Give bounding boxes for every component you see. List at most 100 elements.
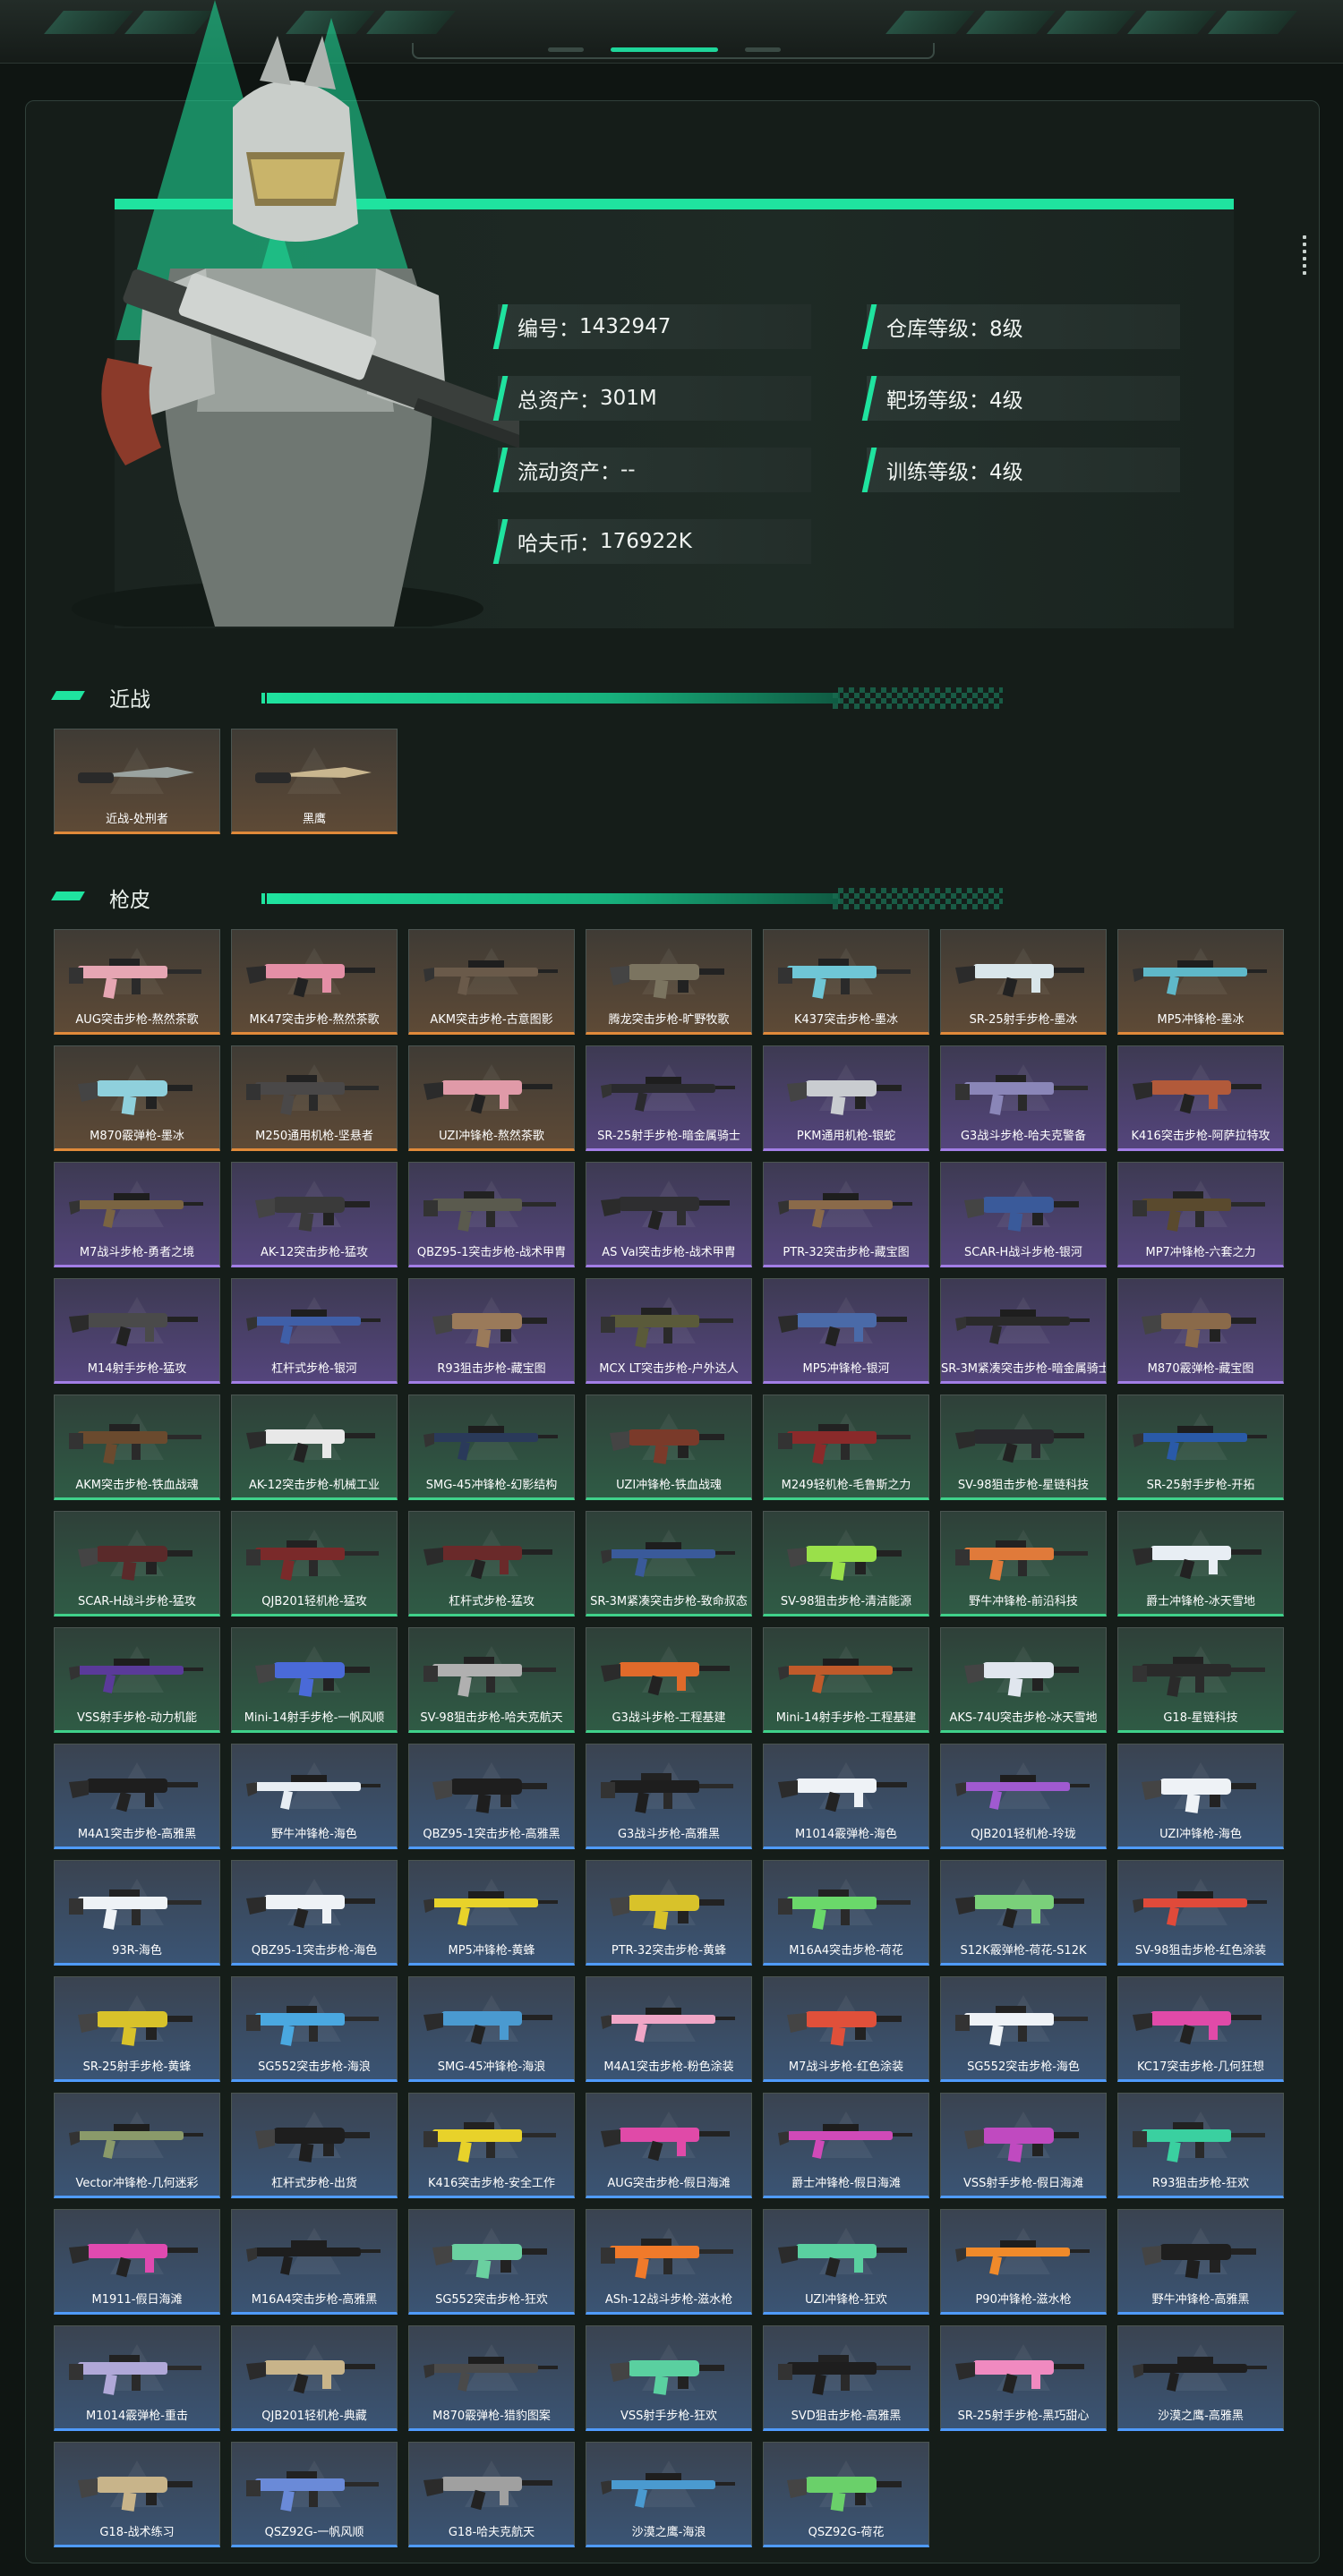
skin-item-card[interactable]: MP5冲锋枪-黄蜂 [408, 1860, 575, 1966]
skin-item-card[interactable]: PKM通用机枪-银蛇 [763, 1045, 929, 1151]
skin-item-card[interactable]: 爵士冲锋枪-假日海滩 [763, 2093, 929, 2198]
skin-item-card[interactable]: M870霰弹枪-墨冰 [54, 1045, 220, 1151]
skin-item-card[interactable]: M14射手步枪-猛攻 [54, 1278, 220, 1384]
skin-item-card[interactable]: QJB201轻机枪-典藏 [231, 2325, 398, 2431]
skin-item-card[interactable]: AKM突击步枪-铁血战魂 [54, 1395, 220, 1500]
skin-item-card[interactable]: QJB201轻机枪-猛攻 [231, 1511, 398, 1616]
skin-item-card[interactable]: SMG-45冲锋枪-海浪 [408, 1976, 575, 2082]
skin-item-card[interactable]: VSS射手步枪-狂欢 [586, 2325, 752, 2431]
skin-item-card[interactable]: K416突击步枪-阿萨拉特攻 [1117, 1045, 1284, 1151]
skin-item-card[interactable]: M16A4突击步枪-高雅黑 [231, 2209, 398, 2315]
skin-item-card[interactable]: 野牛冲锋枪-海色 [231, 1744, 398, 1849]
skin-item-card[interactable]: P90冲锋枪-滋水枪 [940, 2209, 1107, 2315]
melee-item-card[interactable]: 黑鹰 [231, 729, 398, 834]
skin-item-card[interactable]: S12K霰弹枪-荷花-S12K [940, 1860, 1107, 1966]
skin-item-card[interactable]: R93狙击步枪-狂欢 [1117, 2093, 1284, 2198]
skin-item-card[interactable]: SR-3M紧凑突击步枪-致命叔态 [586, 1511, 752, 1616]
skin-item-card[interactable]: UZI冲锋枪-铁血战魂 [586, 1395, 752, 1500]
skin-item-card[interactable]: QSZ92G-荷花 [763, 2442, 929, 2547]
skin-item-card[interactable]: QJB201轻机枪-玲珑 [940, 1744, 1107, 1849]
skin-item-card[interactable]: M16A4突击步枪-荷花 [763, 1860, 929, 1966]
skin-item-card[interactable]: R93狙击步枪-藏宝图 [408, 1278, 575, 1384]
skin-item-card[interactable]: Mini-14射手步枪-一帆风顺 [231, 1627, 398, 1733]
skin-item-card[interactable]: G18-星链科技 [1117, 1627, 1284, 1733]
skin-item-card[interactable]: PTR-32突击步枪-黄蜂 [586, 1860, 752, 1966]
skin-item-card[interactable]: AKM突击步枪-古意图影 [408, 929, 575, 1035]
skin-item-card[interactable]: AK-12突击步枪-机械工业 [231, 1395, 398, 1500]
skin-item-card[interactable]: M870霰弹枪-猎豹图案 [408, 2325, 575, 2431]
skin-item-card[interactable]: SV-98狙击步枪-星链科技 [940, 1395, 1107, 1500]
skin-item-card[interactable]: QBZ95-1突击步枪-海色 [231, 1860, 398, 1966]
skin-item-card[interactable]: SV-98狙击步枪-红色涂装 [1117, 1860, 1284, 1966]
skin-item-card[interactable]: PTR-32突击步枪-藏宝图 [763, 1162, 929, 1267]
skin-item-card[interactable]: M250通用机枪-坚悬者 [231, 1045, 398, 1151]
skin-item-card[interactable]: SG552突击步枪-狂欢 [408, 2209, 575, 2315]
skin-item-card[interactable]: MCX LT突击步枪-户外达人 [586, 1278, 752, 1384]
skin-item-card[interactable]: K437突击步枪-墨冰 [763, 929, 929, 1035]
skin-item-card[interactable]: AS Val突击步枪-战术甲胄 [586, 1162, 752, 1267]
skin-item-card[interactable]: SV-98狙击步枪-清洁能源 [763, 1511, 929, 1616]
skin-item-card[interactable]: VSS射手步枪-假日海滩 [940, 2093, 1107, 2198]
skin-item-card[interactable]: SR-25射手步枪-墨冰 [940, 929, 1107, 1035]
skin-item-card[interactable]: SG552突击步枪-海色 [940, 1976, 1107, 2082]
skin-item-card[interactable]: SCAR-H战斗步枪-猛攻 [54, 1511, 220, 1616]
skin-item-card[interactable]: MP5冲锋枪-墨冰 [1117, 929, 1284, 1035]
skin-item-card[interactable]: KC17突击步枪-几何狂想 [1117, 1976, 1284, 2082]
skin-item-card[interactable]: G18-哈夫克航天 [408, 2442, 575, 2547]
skin-item-card[interactable]: M7战斗步枪-勇者之境 [54, 1162, 220, 1267]
skin-item-card[interactable]: G3战斗步枪-哈夫克警备 [940, 1045, 1107, 1151]
skin-item-card[interactable]: 爵士冲锋枪-冰天雪地 [1117, 1511, 1284, 1616]
skin-item-card[interactable]: 杠杆式步枪-出货 [231, 2093, 398, 2198]
skin-item-card[interactable]: 沙漠之鹰-高雅黑 [1117, 2325, 1284, 2431]
skin-item-card[interactable]: SR-25射手步枪-开拓 [1117, 1395, 1284, 1500]
skin-item-card[interactable]: UZI冲锋枪-狂欢 [763, 2209, 929, 2315]
skin-item-card[interactable]: 野牛冲锋枪-前沿科技 [940, 1511, 1107, 1616]
skin-item-card[interactable]: M4A1突击步枪-粉色涂装 [586, 1976, 752, 2082]
skin-item-card[interactable]: M1014霰弹枪-海色 [763, 1744, 929, 1849]
skin-item-card[interactable]: SR-25射手步枪-黑巧甜心 [940, 2325, 1107, 2431]
skin-item-card[interactable]: K416突击步枪-安全工作 [408, 2093, 575, 2198]
skin-item-card[interactable]: 杠杆式步枪-银河 [231, 1278, 398, 1384]
skin-item-card[interactable]: SG552突击步枪-海浪 [231, 1976, 398, 2082]
skin-item-card[interactable]: 93R-海色 [54, 1860, 220, 1966]
skin-item-card[interactable]: M1014霰弹枪-重击 [54, 2325, 220, 2431]
scrollbar-indicator[interactable] [1303, 235, 1306, 278]
skin-item-card[interactable]: SR-25射手步枪-黄蜂 [54, 1976, 220, 2082]
skin-item-card[interactable]: SMG-45冲锋枪-幻影结构 [408, 1395, 575, 1500]
skin-item-card[interactable]: G3战斗步枪-工程基建 [586, 1627, 752, 1733]
skin-item-card[interactable]: SCAR-H战斗步枪-银河 [940, 1162, 1107, 1267]
skin-item-card[interactable]: Vector冲锋枪-几何迷彩 [54, 2093, 220, 2198]
skin-item-card[interactable]: AK-12突击步枪-猛攻 [231, 1162, 398, 1267]
skin-item-card[interactable]: QBZ95-1突击步枪-高雅黑 [408, 1744, 575, 1849]
skin-item-card[interactable]: 野牛冲锋枪-高雅黑 [1117, 2209, 1284, 2315]
skin-item-card[interactable]: M1911-假日海滩 [54, 2209, 220, 2315]
skin-item-card[interactable]: SR-3M紧凑突击步枪-暗金属骑士 [940, 1278, 1107, 1384]
skin-item-card[interactable]: UZI冲锋枪-海色 [1117, 1744, 1284, 1849]
skin-item-card[interactable]: G3战斗步枪-高雅黑 [586, 1744, 752, 1849]
item-name: QJB201轻机枪-猛攻 [261, 1595, 367, 1608]
skin-item-card[interactable]: QSZ92G-一帆风顺 [231, 2442, 398, 2547]
skin-item-card[interactable]: 腾龙突击步枪-旷野牧歌 [586, 929, 752, 1035]
skin-item-card[interactable]: VSS射手步枪-动力机能 [54, 1627, 220, 1733]
skin-item-card[interactable]: 杠杆式步枪-猛攻 [408, 1511, 575, 1616]
skin-item-card[interactable]: SR-25射手步枪-暗金属骑士 [586, 1045, 752, 1151]
skin-item-card[interactable]: AUG突击步枪-假日海滩 [586, 2093, 752, 2198]
skin-item-card[interactable]: UZI冲锋枪-熬然茶歌 [408, 1045, 575, 1151]
skin-item-card[interactable]: M7战斗步枪-红色涂装 [763, 1976, 929, 2082]
skin-item-card[interactable]: ASh-12战斗步枪-滋水枪 [586, 2209, 752, 2315]
skin-item-card[interactable]: AKS-74U突击步枪-冰天雪地 [940, 1627, 1107, 1733]
skin-item-card[interactable]: MP7冲锋枪-六套之力 [1117, 1162, 1284, 1267]
skin-item-card[interactable]: M4A1突击步枪-高雅黑 [54, 1744, 220, 1849]
melee-item-card[interactable]: 近战-处刑者 [54, 729, 220, 834]
skin-item-card[interactable]: M249轻机枪-毛鲁斯之力 [763, 1395, 929, 1500]
skin-item-card[interactable]: G18-战术练习 [54, 2442, 220, 2547]
skin-item-card[interactable]: SVD狙击步枪-高雅黑 [763, 2325, 929, 2431]
skin-item-card[interactable]: QBZ95-1突击步枪-战术甲胄 [408, 1162, 575, 1267]
skin-item-card[interactable]: Mini-14射手步枪-工程基建 [763, 1627, 929, 1733]
skin-item-card[interactable]: MK47突击步枪-熬然茶歌 [231, 929, 398, 1035]
skin-item-card[interactable]: SV-98狙击步枪-哈夫克航天 [408, 1627, 575, 1733]
skin-item-card[interactable]: AUG突击步枪-熬然茶歌 [54, 929, 220, 1035]
skin-item-card[interactable]: 沙漠之鹰-海浪 [586, 2442, 752, 2547]
skin-item-card[interactable]: MP5冲锋枪-银河 [763, 1278, 929, 1384]
skin-item-card[interactable]: M870霰弹枪-藏宝图 [1117, 1278, 1284, 1384]
